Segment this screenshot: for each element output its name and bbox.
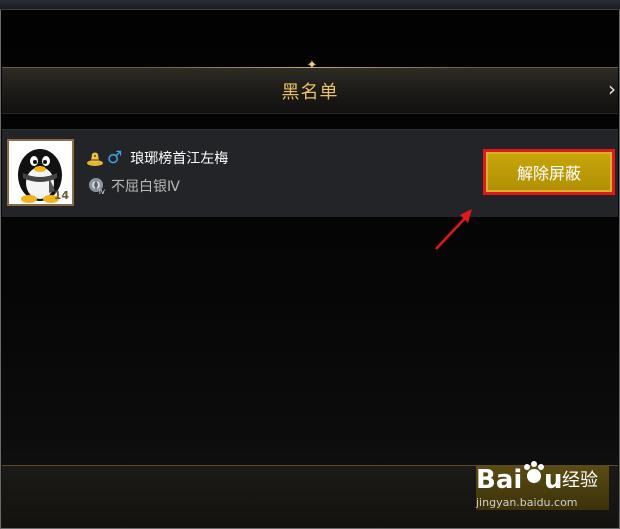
annotation-arrow-icon <box>435 209 472 250</box>
rank-hat-icon <box>87 152 103 166</box>
svg-text:经验: 经验 <box>562 470 598 491</box>
silver-tier-icon: IV <box>89 178 106 195</box>
avatar[interactable]: 14 <box>7 139 74 206</box>
svg-text:Bai: Bai <box>476 465 522 495</box>
page-title: 黑名单 <box>281 82 339 103</box>
header-star-icon: ✦ <box>306 58 318 73</box>
blacklist-header: ✦ 黑名单 › <box>2 59 618 114</box>
next-arrow-icon[interactable]: › <box>608 78 616 100</box>
tier-name: 不屈白银Ⅳ <box>111 179 180 195</box>
baidu-watermark-icon: Bai u 经验 <box>476 461 598 495</box>
svg-text:u: u <box>544 465 563 495</box>
watermark-url: jingyan.baidu.com <box>476 496 578 509</box>
blacklist-row: 14 ♂ 琅琊榜首江左梅 IV 不屈白银Ⅳ 解除屏蔽 <box>2 129 618 217</box>
top-bar <box>0 0 620 10</box>
player-name: 琅琊榜首江左梅 <box>130 151 229 167</box>
male-icon: ♂ <box>107 148 123 168</box>
header-decoration-left <box>142 67 312 68</box>
unblock-button[interactable]: 解除屏蔽 <box>483 149 615 195</box>
header-decoration-right <box>308 67 478 68</box>
tier-line: IV 不屈白银Ⅳ <box>88 176 180 196</box>
player-name-line: ♂ 琅琊榜首江左梅 <box>86 148 228 168</box>
svg-text:IV: IV <box>99 189 106 195</box>
avatar-level-badge: 14 <box>53 189 69 202</box>
